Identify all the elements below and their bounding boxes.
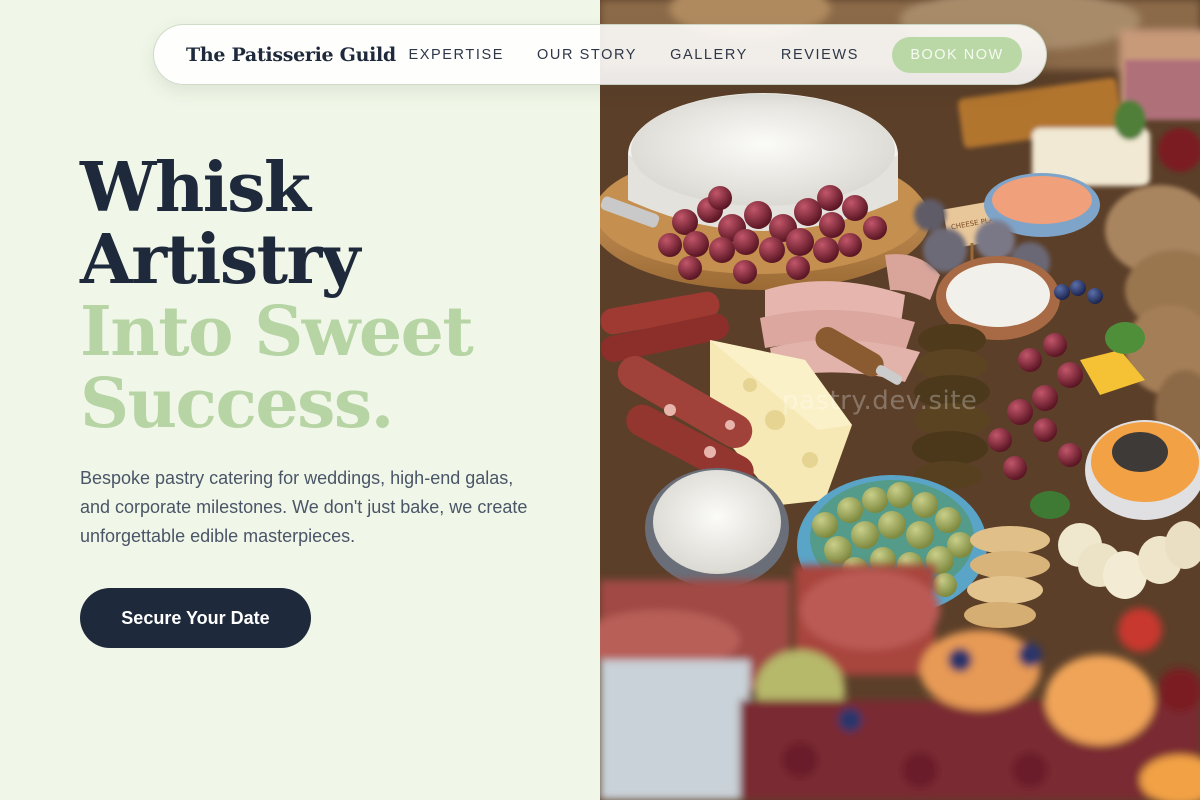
headline-line-2: Artistry [80, 220, 360, 300]
top-navbar: The Patisserie Guild EXPERTISE OUR STORY… [153, 24, 1047, 85]
headline-line-1: Whisk [80, 148, 311, 228]
book-now-button[interactable]: BOOK NOW [892, 36, 1022, 73]
headline-line-3: Into Sweet [80, 292, 474, 372]
nav-link-our-story[interactable]: OUR STORY [537, 47, 637, 63]
secure-your-date-button[interactable]: Secure Your Date [80, 588, 311, 648]
headline-line-4: Success. [80, 364, 394, 444]
nav-links: EXPERTISE OUR STORY GALLERY REVIEWS [408, 47, 859, 63]
hero-image-grazing-board: CHEESE PLATTER pastry.dev.site [600, 0, 1200, 800]
hero-headline: Whisk Artistry Into Sweet Success. [80, 152, 590, 440]
nav-link-gallery[interactable]: GALLERY [670, 47, 748, 63]
nav-link-expertise[interactable]: EXPERTISE [408, 47, 504, 63]
image-watermark: pastry.dev.site [782, 386, 978, 416]
hero-description: Bespoke pastry catering for weddings, hi… [80, 468, 528, 546]
brand-logo-text[interactable]: The Patisserie Guild [186, 44, 396, 66]
nav-link-reviews[interactable]: REVIEWS [781, 47, 859, 63]
